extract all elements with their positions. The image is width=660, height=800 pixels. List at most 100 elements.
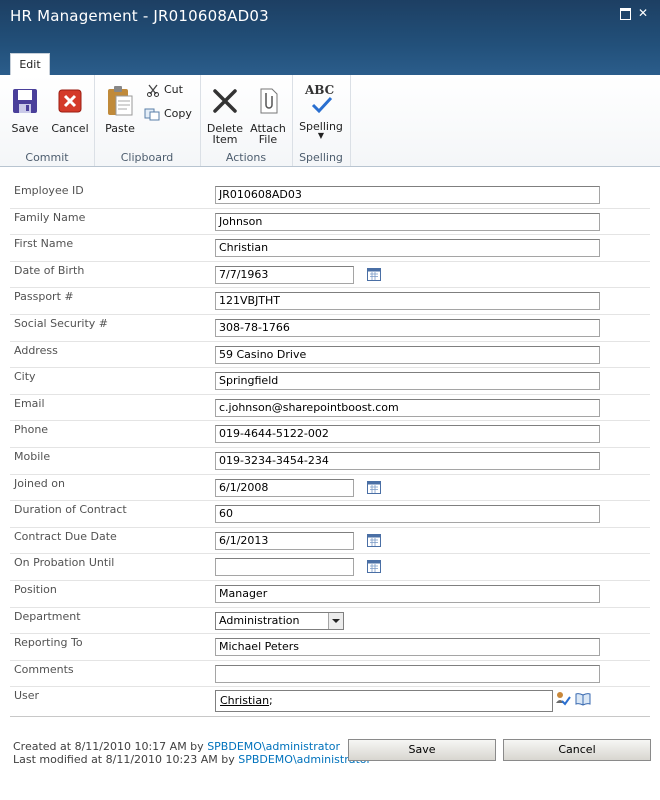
calendar-icon[interactable] <box>367 267 381 281</box>
spelling-icon: ABC <box>305 83 337 115</box>
passport-input[interactable]: 121VBJTHT <box>215 292 600 311</box>
field-label: Position <box>14 583 57 596</box>
delete-item-button[interactable]: Delete Item <box>204 87 246 145</box>
modified-text: Last modified at 8/11/2010 10:23 AM by <box>13 753 239 766</box>
field-label: Social Security # <box>14 317 108 330</box>
ribbon: Save Cancel Commit Paste Cut Copy Clipbo… <box>0 75 660 167</box>
field-row-comments: Comments <box>10 660 650 688</box>
cancel-icon <box>58 89 82 113</box>
spelling-icon-text: ABC <box>305 83 335 97</box>
reporting-to-input[interactable]: Michael Peters <box>215 638 600 657</box>
save-button[interactable]: Save <box>6 87 44 134</box>
copy-icon <box>144 108 160 121</box>
attach-icon <box>260 88 278 114</box>
family-name-input[interactable]: Johnson <box>215 212 600 231</box>
field-row-address: Address 59 Casino Drive <box>10 341 650 369</box>
employee-id-input[interactable]: JR010608AD03 <box>215 186 600 204</box>
field-label: Joined on <box>14 476 65 490</box>
address-input[interactable]: 59 Casino Drive <box>215 345 600 364</box>
field-label: Phone <box>14 423 49 437</box>
attach-file-button[interactable]: Attach File <box>248 87 288 145</box>
first-name-input[interactable]: Christian <box>215 239 600 258</box>
attach-label-line2: File <box>258 133 278 146</box>
date-of-birth-input[interactable]: 7/7/1963 <box>215 265 354 284</box>
scissors-icon <box>146 84 160 97</box>
actions-group: Delete Item Attach File Actions <box>200 75 293 166</box>
field-label: Comments <box>14 662 74 676</box>
field-row-duration-of-contract: Duration of Contract 60 <box>10 500 650 528</box>
department-selected-value: Administration <box>219 613 300 627</box>
cut-button[interactable]: Cut <box>146 83 183 97</box>
commit-group-label: Commit <box>25 151 69 164</box>
window-title: HR Management - JR010608AD03 <box>10 7 269 25</box>
field-row-mobile: Mobile 019-3234-3454-234 <box>10 447 650 475</box>
field-row-joined-on: Joined on 6/1/2008 <box>10 474 650 502</box>
phone-input[interactable]: 019-4644-5122-002 <box>215 425 600 444</box>
created-info: Created at 8/11/2010 10:17 AM by SPBDEMO… <box>13 740 340 753</box>
created-text: Created at 8/11/2010 10:17 AM by <box>13 740 208 753</box>
mobile-input[interactable]: 019-3234-3454-234 <box>215 452 600 470</box>
save-icon <box>13 89 37 113</box>
paste-button[interactable]: Paste <box>100 85 140 134</box>
user-resolved-name[interactable]: Christian <box>220 694 269 707</box>
tab-edit[interactable]: Edit <box>10 53 50 76</box>
field-label: Employee ID <box>14 184 84 197</box>
calendar-icon[interactable] <box>367 533 381 547</box>
cancel-button[interactable]: Cancel <box>50 87 90 134</box>
clipboard-group: Paste Cut Copy Clipboard <box>94 75 201 166</box>
social-security-input[interactable]: 308-78-1766 <box>215 319 600 337</box>
created-by-link[interactable]: SPBDEMO\administrator <box>207 740 340 753</box>
contract-due-date-input[interactable]: 6/1/2013 <box>215 531 354 550</box>
calendar-icon[interactable] <box>367 480 381 494</box>
department-select[interactable]: Administration <box>215 611 344 630</box>
check-names-icon[interactable] <box>555 691 571 707</box>
field-label: Department <box>14 609 81 623</box>
field-row-phone: Phone 019-4644-5122-002 <box>10 420 650 448</box>
cancel-button-footer[interactable]: Cancel <box>503 739 651 761</box>
field-row-passport: Passport # 121VBJTHT <box>10 287 650 315</box>
joined-on-input[interactable]: 6/1/2008 <box>215 478 354 497</box>
field-row-first-name: First Name Christian <box>10 234 650 262</box>
field-row-city: City Springfield <box>10 367 650 395</box>
cancel-label: Cancel <box>51 122 89 135</box>
comments-input[interactable] <box>215 664 600 683</box>
field-row-family-name: Family Name Johnson <box>10 208 650 236</box>
field-row-date-of-birth: Date of Birth 7/7/1963 <box>10 261 650 289</box>
commit-group: Save Cancel Commit <box>0 75 95 166</box>
field-label: On Probation Until <box>14 556 115 570</box>
field-row-on-probation-until: On Probation Until <box>10 553 650 581</box>
maximize-icon[interactable] <box>618 6 632 20</box>
field-label: Mobile <box>14 450 51 463</box>
close-icon[interactable]: ✕ <box>636 6 650 20</box>
field-row-social-security: Social Security # 308-78-1766 <box>10 314 650 342</box>
on-probation-until-input[interactable] <box>215 558 354 577</box>
field-label: Reporting To <box>14 636 83 650</box>
field-label: Email <box>14 396 45 410</box>
duration-of-contract-input[interactable]: 60 <box>215 505 600 524</box>
copy-button[interactable]: Copy <box>144 107 192 121</box>
field-label: Duration of Contract <box>14 503 127 517</box>
position-input[interactable]: Manager <box>215 585 600 603</box>
cut-label: Cut <box>164 83 183 96</box>
field-row-employee-id: Employee ID JR010608AD03 <box>10 181 650 209</box>
browse-address-book-icon[interactable] <box>575 691 591 707</box>
field-label: Date of Birth <box>14 263 85 277</box>
clipboard-group-label: Clipboard <box>120 151 174 164</box>
email-input[interactable]: c.johnson@sharepointboost.com <box>215 398 600 417</box>
chevron-down-icon[interactable] <box>328 612 343 629</box>
paste-icon <box>108 86 133 116</box>
delete-label-line2: Item <box>212 133 238 146</box>
calendar-icon[interactable] <box>367 560 381 574</box>
field-label: City <box>14 370 36 384</box>
actions-group-label: Actions <box>225 151 267 164</box>
spelling-button[interactable]: ABC Spelling ▼ <box>298 83 344 140</box>
field-label: Contract Due Date <box>14 529 117 543</box>
save-label: Save <box>11 122 39 135</box>
spelling-group: ABC Spelling ▼ Spelling <box>292 75 351 166</box>
field-row-contract-due-date: Contract Due Date 6/1/2013 <box>10 527 650 555</box>
save-button-footer[interactable]: Save <box>348 739 496 761</box>
field-label: Address <box>14 343 58 357</box>
spelling-dropdown-arrow-icon[interactable]: ▼ <box>298 132 344 140</box>
city-input[interactable]: Springfield <box>215 372 600 391</box>
user-people-picker[interactable]: Christian; <box>215 690 553 713</box>
